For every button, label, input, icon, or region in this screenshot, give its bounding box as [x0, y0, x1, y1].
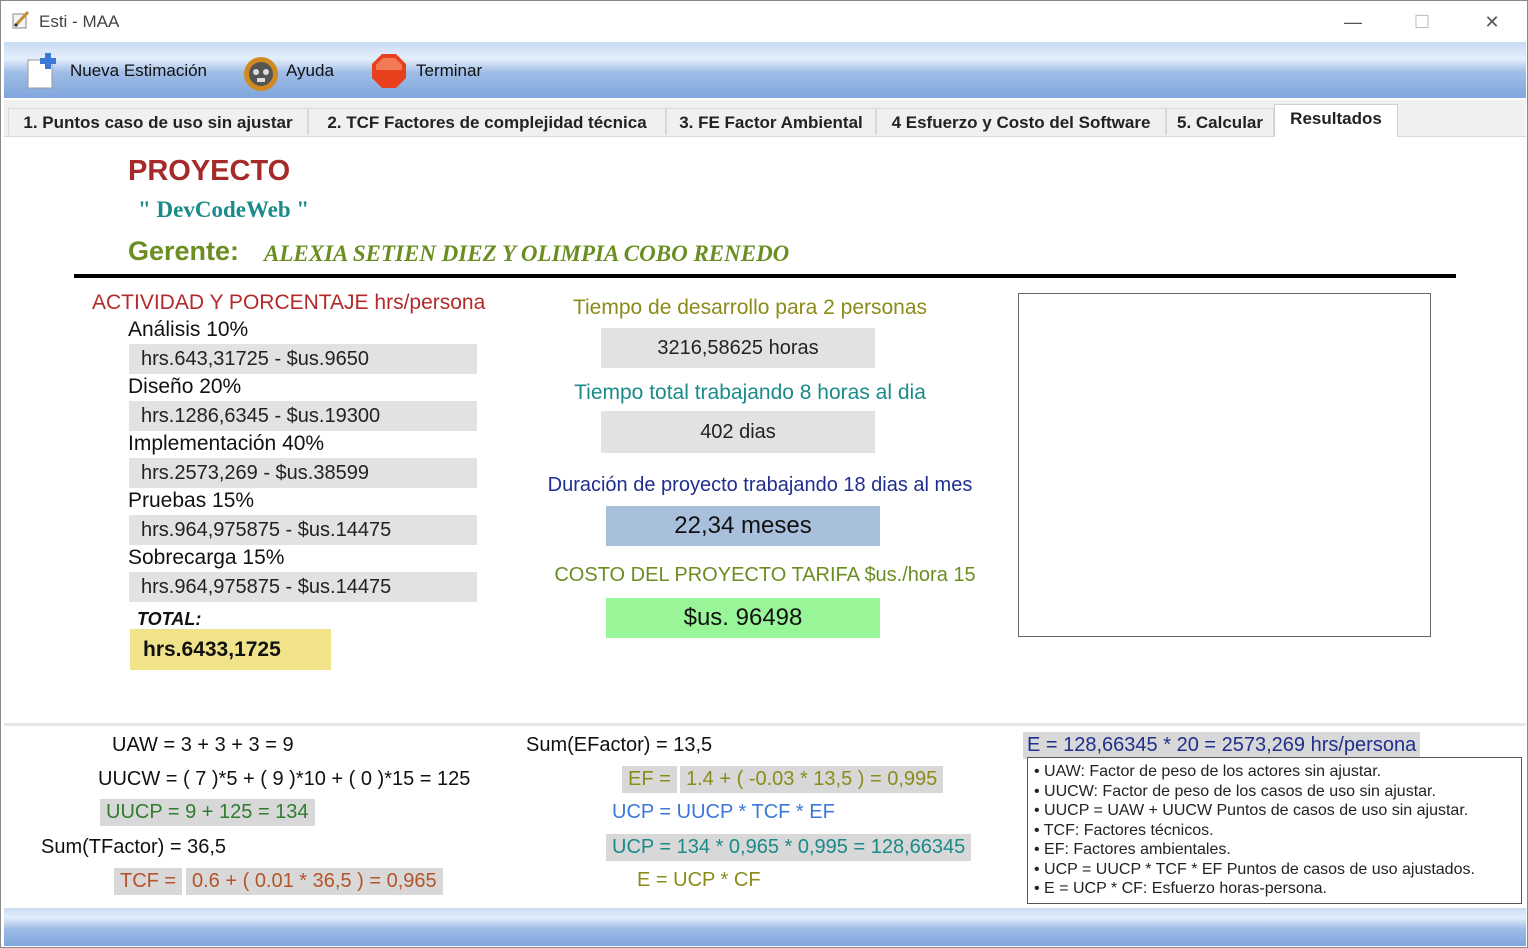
- tab-unadjusted-use-case-points[interactable]: 1. Puntos caso de uso sin ajustar: [8, 108, 308, 135]
- activity-value: hrs.964,975875 - $us.14475: [129, 515, 477, 545]
- header-divider: [74, 274, 1456, 278]
- legend-item: • E = UCP * CF: Esfuerzo horas-persona.: [1034, 880, 1327, 897]
- activities-heading: ACTIVIDAD Y PORCENTAJE hrs/persona: [92, 291, 486, 314]
- window-title: Esti - MAA: [39, 12, 120, 31]
- legend-item: • UCP = UUCP * TCF * EF Puntos de casos …: [1034, 860, 1475, 878]
- tab-bar: 1. Puntos caso de uso sin ajustar 2. TCF…: [4, 100, 1526, 137]
- help-button[interactable]: Ayuda: [240, 56, 334, 91]
- ef-label: EF =: [622, 766, 677, 793]
- new-document-icon: [24, 52, 62, 90]
- title-bar: Esti - MAA — ☐ ✕: [1, 1, 1527, 41]
- activity-value: hrs.1286,6345 - $us.19300: [129, 401, 477, 431]
- project-name: " DevCodeWeb ": [138, 197, 310, 222]
- dev-time-label: Tiempo de desarrollo para 2 personas: [572, 296, 928, 319]
- cost-label: COSTO DEL PROYECTO TARIFA $us./hora 15: [554, 564, 976, 586]
- toolbar: Nueva Estimación Ayuda Terminar: [4, 42, 1526, 98]
- stop-icon: [370, 52, 408, 90]
- section-divider: [4, 723, 1526, 726]
- effort-formula: E = 128,66345 * 20 = 2573,269 hrs/person…: [1023, 732, 1421, 759]
- duration-value: 22,34 meses: [606, 506, 880, 546]
- duration-label: Duración de proyecto trabajando 18 dias …: [547, 474, 973, 496]
- activity-value: hrs.643,31725 - $us.9650: [129, 344, 477, 374]
- tab-calculate[interactable]: 5. Calcular: [1166, 108, 1274, 135]
- activity-label: Diseño 20%: [128, 375, 242, 398]
- legend-item: • UUCW: Factor de peso de los casos de u…: [1034, 782, 1436, 800]
- app-icon: [11, 10, 31, 30]
- activity-value: hrs.2573,269 - $us.38599: [129, 458, 477, 488]
- sum-efactor: Sum(EFactor) = 13,5: [526, 734, 713, 756]
- activity-label: Sobrecarga 15%: [128, 546, 285, 569]
- new-estimation-label: Nueva Estimación: [70, 61, 208, 80]
- legend-item: • UAW: Factor de peso de los actores sin…: [1034, 763, 1382, 780]
- legend-item: • UUCP = UAW + UUCW Puntos de casos de u…: [1034, 802, 1469, 819]
- uaw-formula: UAW = 3 + 3 + 3 = 9: [112, 734, 294, 756]
- activity-label: Pruebas 15%: [128, 489, 255, 512]
- manager-name: ALEXIA SETIEN DIEZ Y OLIMPIA COBO RENEDO: [264, 241, 790, 266]
- total-time-label: Tiempo total trabajando 8 horas al dia: [574, 381, 926, 404]
- cost-value: $us. 96498: [606, 598, 880, 638]
- tab-effort-cost[interactable]: 4 Esfuerzo y Costo del Software: [876, 108, 1166, 135]
- total-value: hrs.6433,1725: [130, 629, 331, 670]
- tab-results[interactable]: Resultados: [1274, 104, 1398, 137]
- new-estimation-button[interactable]: Nueva Estimación: [24, 53, 208, 89]
- tab-technical-complexity[interactable]: 2. TCF Factores de complejidad técnica: [308, 108, 666, 135]
- quit-label: Terminar: [416, 61, 483, 80]
- minimize-button[interactable]: —: [1330, 7, 1376, 37]
- activity-label: Análisis 10%: [128, 318, 249, 341]
- total-time-value: 402 dias: [601, 411, 875, 453]
- e-definition: E = UCP * CF: [637, 869, 761, 891]
- sum-tfactor: Sum(TFactor) = 36,5: [41, 836, 227, 858]
- chart-placeholder: [1018, 293, 1431, 637]
- total-label: TOTAL:: [137, 609, 202, 629]
- status-bar: [4, 908, 1526, 946]
- project-heading: PROYECTO: [128, 155, 291, 187]
- legend-box: • UAW: Factor de peso de los actores sin…: [1027, 757, 1522, 904]
- tcf-formula: 0.6 + ( 0.01 * 36,5 ) = 0,965: [186, 868, 443, 895]
- ucp-formula: UCP = 134 * 0,965 * 0,995 = 128,66345: [606, 834, 972, 861]
- activity-value: hrs.964,975875 - $us.14475: [129, 572, 477, 602]
- activity-label: Implementación 40%: [128, 432, 325, 455]
- ucp-definition: UCP = UUCP * TCF * EF: [612, 801, 835, 823]
- maximize-button[interactable]: ☐: [1399, 7, 1445, 37]
- legend-item: • TCF: Factores técnicos.: [1034, 821, 1214, 839]
- tcf-label: TCF =: [114, 868, 183, 895]
- ef-formula: 1.4 + ( -0.03 * 13,5 ) = 0,995: [680, 766, 944, 793]
- dev-time-value: 3216,58625 horas: [601, 328, 875, 368]
- quit-button[interactable]: Terminar: [370, 54, 483, 88]
- tab-environmental-factor[interactable]: 3. FE Factor Ambiental: [666, 108, 876, 135]
- help-label: Ayuda: [286, 61, 334, 80]
- close-button[interactable]: ✕: [1469, 7, 1515, 37]
- uucp-formula: UUCP = 9 + 125 = 134: [100, 799, 315, 826]
- help-icon: [240, 52, 278, 91]
- legend-item: • EF: Factores ambientales.: [1034, 841, 1231, 858]
- uucw-formula: UUCW = ( 7 )*5 + ( 9 )*10 + ( 0 )*15 = 1…: [98, 768, 471, 790]
- manager-label: Gerente:: [128, 236, 240, 266]
